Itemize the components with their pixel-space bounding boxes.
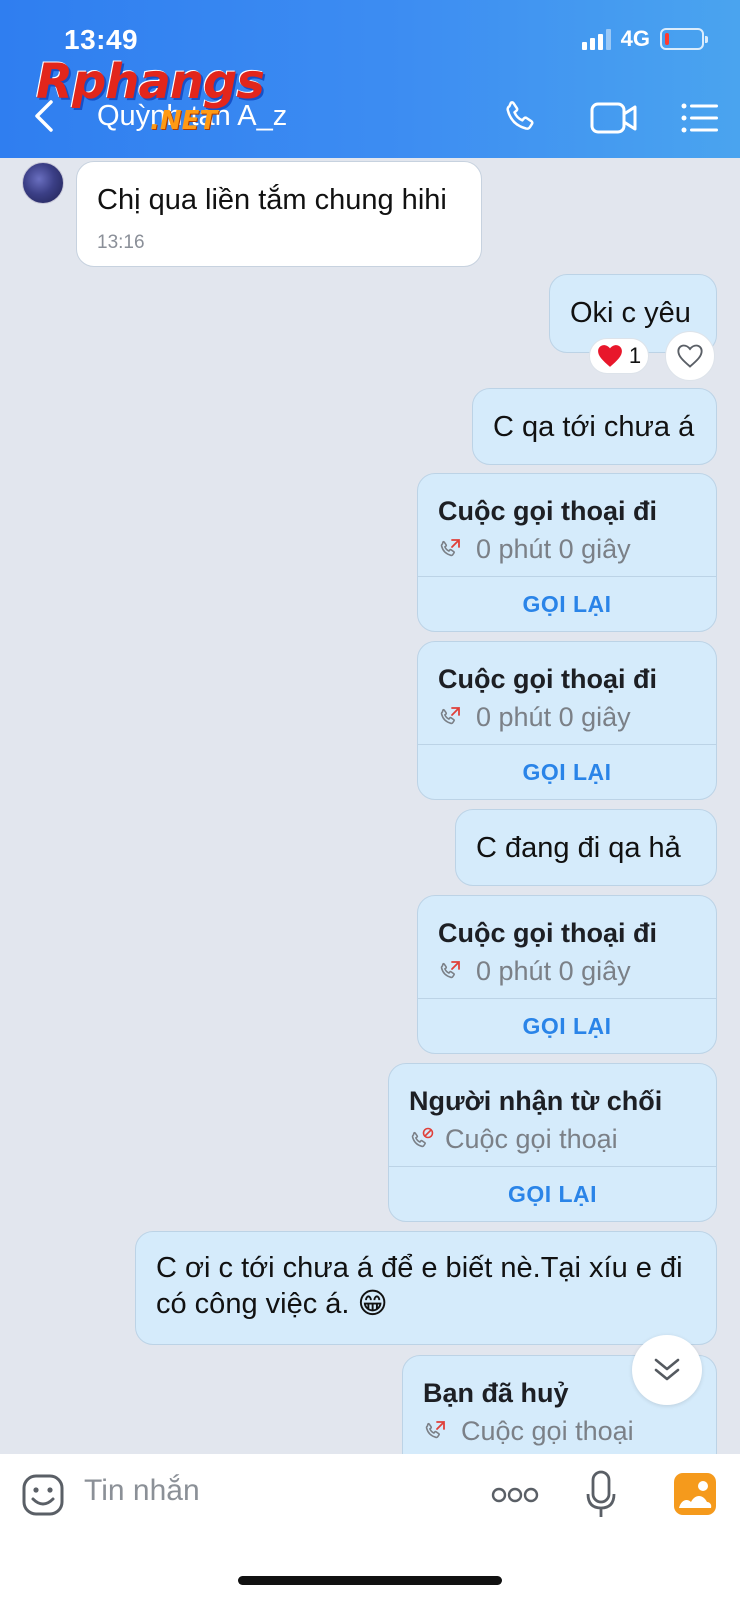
call-back-button[interactable]: GỌI LẠI [418, 759, 716, 786]
divider [389, 1166, 716, 1167]
call-type: Cuộc gọi thoại [461, 1416, 634, 1446]
gallery-button[interactable] [672, 1471, 718, 1517]
message-time: 13:16 [97, 232, 145, 253]
call-type: Cuộc gọi thoại [445, 1124, 618, 1154]
reaction-summary[interactable]: 1 [589, 338, 649, 374]
call-duration-row: 0 phút 0 giây [438, 702, 631, 733]
chat-header: 13:49 4G Quỳnh tan A_z Rphangs .NET [0, 0, 740, 158]
react-button[interactable] [665, 331, 715, 381]
status-time: 13:49 [64, 24, 139, 55]
message-bubble-outgoing[interactable]: C ơi c tới chưa á để e biết nè.Tại xíu e… [135, 1231, 717, 1345]
call-type-row: Cuộc gọi thoại [423, 1416, 634, 1447]
message-text: Oki c yêu [570, 297, 691, 329]
home-indicator [238, 1576, 502, 1585]
call-type-row: Cuộc gọi thoại [409, 1124, 618, 1155]
video-camera-icon [590, 102, 637, 134]
call-duration: 0 phút 0 giây [476, 956, 631, 986]
status-indicators: 4G [581, 26, 708, 52]
heart-outline-icon [677, 344, 703, 368]
more-options-button[interactable] [490, 1480, 540, 1510]
divider [418, 998, 716, 999]
call-back-button[interactable]: GỌI LẠI [389, 1181, 716, 1208]
phone-icon [506, 101, 534, 130]
message-text: C qa tới chưa á [493, 411, 695, 443]
message-list[interactable]: Chị qua liền tắm chung hihi 13:16 Oki c … [0, 158, 740, 1454]
voice-call-button[interactable] [496, 94, 544, 142]
contact-avatar[interactable] [22, 162, 64, 204]
video-call-button[interactable] [586, 94, 642, 142]
watermark-logo: Rphangs [36, 54, 265, 110]
sticker-button[interactable] [20, 1472, 66, 1518]
reaction-count: 1 [628, 343, 642, 368]
call-status: Bạn đã huỷ [423, 1378, 569, 1408]
outgoing-call-icon [440, 706, 460, 724]
message-text: C ơi c tới chưa á để e biết nè.Tại xíu e… [156, 1252, 683, 1320]
chevron-double-down-icon [654, 1358, 680, 1381]
more-options-icon [491, 1487, 539, 1503]
message-bubble-outgoing[interactable]: C đang đi qa hả [455, 809, 717, 886]
call-log-card[interactable]: Cuộc gọi thoại đi 0 phút 0 giây GỌI LẠI [417, 473, 717, 632]
microphone-icon [586, 1470, 616, 1517]
call-back-button[interactable]: GỌI LẠI [418, 1013, 716, 1040]
call-duration-row: 0 phút 0 giây [438, 956, 631, 987]
battery-icon [660, 28, 708, 50]
heart-icon [597, 345, 622, 367]
call-status: Cuộc gọi thoại đi [438, 496, 657, 526]
call-status: Cuộc gọi thoại đi [438, 664, 657, 694]
signal-icon [581, 28, 611, 50]
message-text: C đang đi qa hả [476, 832, 681, 864]
divider [418, 576, 716, 577]
call-status: Cuộc gọi thoại đi [438, 918, 657, 948]
declined-call-icon [411, 1127, 434, 1147]
image-gallery-icon [674, 1473, 716, 1515]
call-duration: 0 phút 0 giây [476, 534, 631, 564]
call-back-button[interactable]: GỌI LẠI [418, 591, 716, 618]
message-input[interactable]: Tin nhắn [84, 1474, 200, 1508]
call-log-card[interactable]: Cuộc gọi thoại đi 0 phút 0 giây GỌI LẠI [417, 895, 717, 1054]
message-composer: Tin nhắn [0, 1454, 740, 1600]
outgoing-call-icon [425, 1420, 445, 1438]
call-duration-row: 0 phút 0 giây [438, 534, 631, 565]
message-text: Chị qua liền tắm chung hihi [97, 184, 447, 216]
call-log-card[interactable]: Người nhận từ chối Cuộc gọi thoại GỌI LẠ… [388, 1063, 717, 1222]
network-type: 4G [620, 26, 650, 51]
chat-menu-button[interactable] [676, 94, 724, 142]
watermark-logo-suffix: .NET [150, 106, 218, 136]
sticker-icon [22, 1474, 64, 1516]
voice-record-button[interactable] [583, 1468, 619, 1522]
message-bubble-outgoing[interactable]: C qa tới chưa á [472, 388, 717, 465]
call-duration: 0 phút 0 giây [476, 702, 631, 732]
message-bubble-incoming[interactable]: Chị qua liền tắm chung hihi 13:16 [76, 161, 482, 267]
call-log-card[interactable]: Cuộc gọi thoại đi 0 phút 0 giây GỌI LẠI [417, 641, 717, 800]
menu-list-icon [681, 103, 718, 133]
divider [418, 744, 716, 745]
call-status: Người nhận từ chối [409, 1086, 663, 1116]
scroll-to-bottom-button[interactable] [632, 1335, 702, 1405]
outgoing-call-icon [440, 538, 460, 556]
outgoing-call-icon [440, 960, 460, 978]
